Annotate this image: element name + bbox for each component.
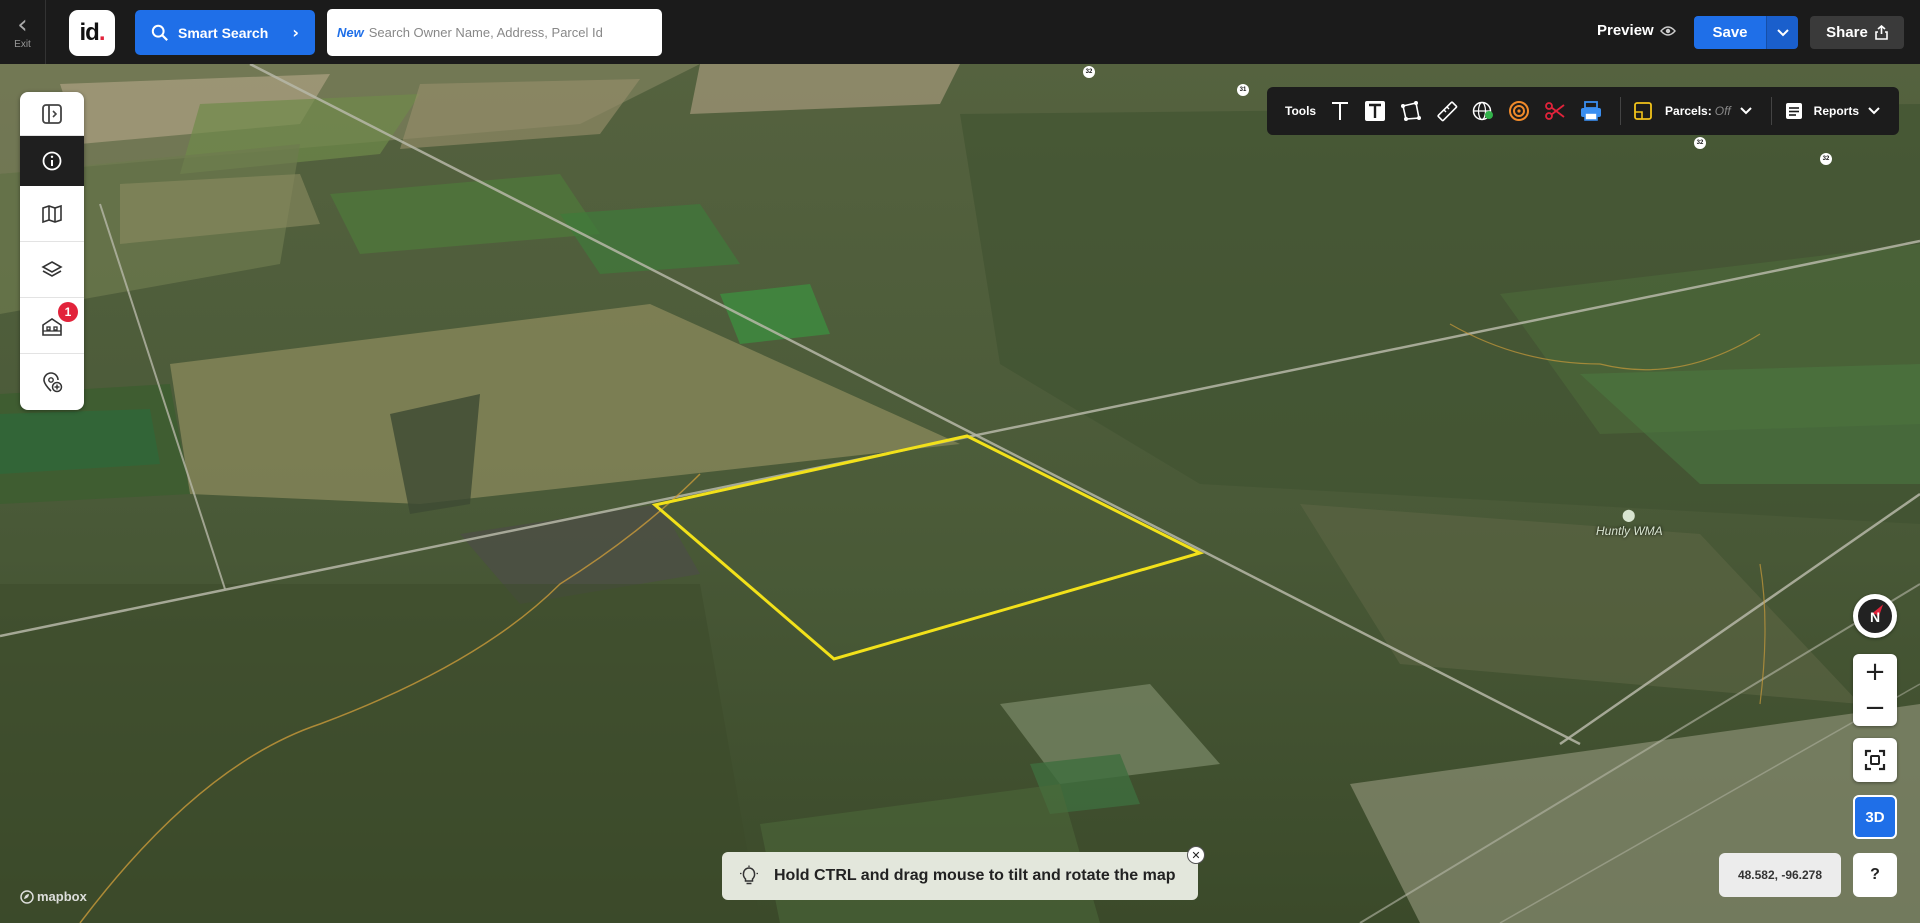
scissors-icon xyxy=(1545,102,1565,120)
exit-button[interactable]: ‹ Exit xyxy=(0,0,46,64)
reports-dropdown[interactable]: Reports xyxy=(1784,101,1881,121)
satellite-terrain xyxy=(0,64,1920,923)
coordinates-readout: 48.582, -96.278 xyxy=(1719,853,1841,897)
polygon-icon xyxy=(1401,101,1422,121)
info-icon xyxy=(42,151,62,171)
parcels-toggle[interactable]: Parcels: Off xyxy=(1633,101,1753,121)
attribution-text: mapbox xyxy=(37,889,87,904)
tools-label: Tools xyxy=(1285,104,1317,118)
logo-text: id xyxy=(79,19,100,46)
zoom-out-button[interactable]: − xyxy=(1853,690,1897,726)
exit-label: Exit xyxy=(14,38,31,50)
chevron-down-icon xyxy=(1868,107,1880,115)
text-box-tool[interactable] xyxy=(1364,100,1386,122)
save-button[interactable]: Save xyxy=(1694,16,1766,49)
text-icon xyxy=(1332,102,1349,120)
share-button[interactable]: Share xyxy=(1810,16,1904,49)
smart-search-button[interactable]: Smart Search › xyxy=(135,10,315,55)
globe-pin-icon xyxy=(1472,101,1494,121)
panel-toggle-button[interactable] xyxy=(20,92,84,136)
eye-icon xyxy=(1659,25,1676,36)
compass-label: N xyxy=(1870,609,1880,625)
road-shield: 31 xyxy=(1237,84,1249,96)
info-button[interactable] xyxy=(20,136,84,186)
map-toolbar: Tools Parcels: Off Reports xyxy=(1267,87,1899,135)
mapbox-attribution[interactable]: mapbox xyxy=(20,889,87,904)
polygon-tool[interactable] xyxy=(1400,100,1422,122)
3d-toggle-button[interactable]: 3D xyxy=(1853,795,1897,839)
preview-label: Preview xyxy=(1597,22,1654,39)
logo[interactable]: id. xyxy=(69,10,115,56)
road-shield: 32 xyxy=(1083,66,1095,78)
reports-label: Reports xyxy=(1813,104,1859,118)
buildings-button[interactable]: 1 xyxy=(20,298,84,354)
report-icon xyxy=(1785,103,1802,119)
lightbulb-icon xyxy=(740,865,758,885)
save-dropdown-button[interactable] xyxy=(1766,16,1798,49)
search-input[interactable] xyxy=(368,25,652,40)
logo-dot: . xyxy=(98,19,106,46)
parcels-state: Off xyxy=(1714,104,1731,118)
help-button[interactable]: ? xyxy=(1853,853,1897,897)
print-tool[interactable] xyxy=(1580,100,1602,122)
zoom-in-button[interactable]: + xyxy=(1853,654,1897,690)
compass-button[interactable]: N xyxy=(1853,594,1897,638)
globe-tool[interactable] xyxy=(1472,100,1494,122)
chevron-left-icon: ‹ xyxy=(17,9,28,40)
notification-badge: 1 xyxy=(58,302,78,322)
hint-text: Hold CTRL and drag mouse to tilt and rot… xyxy=(774,867,1176,884)
chevron-down-icon xyxy=(1740,107,1752,115)
split-tool[interactable] xyxy=(1544,100,1566,122)
radius-icon xyxy=(1509,101,1530,121)
search-box[interactable]: New xyxy=(327,9,662,56)
measure-tool[interactable] xyxy=(1436,100,1458,122)
radius-tool[interactable] xyxy=(1508,100,1530,122)
toolbar-divider xyxy=(1620,97,1622,125)
preview-button[interactable]: Preview xyxy=(1597,22,1676,39)
panel-toggle-icon xyxy=(42,103,62,124)
share-icon xyxy=(1875,25,1888,40)
left-tool-panel: 1 xyxy=(20,92,84,410)
close-icon: ✕ xyxy=(1191,849,1201,862)
focus-frame-icon xyxy=(1864,749,1886,771)
ruler-icon xyxy=(1437,101,1458,122)
mapbox-logo-icon xyxy=(20,889,34,904)
chevron-down-icon xyxy=(1776,28,1789,36)
text-tool[interactable] xyxy=(1330,100,1350,122)
map-icon xyxy=(42,204,62,223)
road-shield: 32 xyxy=(1694,137,1706,149)
layers-icon xyxy=(41,260,63,277)
road-shield: 32 xyxy=(1820,153,1832,165)
fit-bounds-button[interactable] xyxy=(1853,738,1897,782)
parcels-label: Parcels: xyxy=(1665,104,1712,118)
map-canvas[interactable]: 32 31 32 32 Huntly WMA ⬤ xyxy=(0,64,1920,923)
printer-icon xyxy=(1581,101,1602,121)
map-button[interactable] xyxy=(20,186,84,242)
zoom-control: + − xyxy=(1853,654,1897,726)
compass-icon: N xyxy=(1858,599,1892,633)
place-pin-icon: ⬤ xyxy=(1622,508,1636,522)
new-tag: New xyxy=(337,25,364,40)
chevron-right-icon: › xyxy=(292,23,299,42)
save-group: Save xyxy=(1694,16,1798,49)
top-bar: ‹ Exit id. Smart Search › New Preview Sa… xyxy=(0,0,1920,64)
place-label: Huntly WMA xyxy=(1596,524,1663,538)
layers-button[interactable] xyxy=(20,242,84,298)
text-box-icon xyxy=(1365,101,1386,121)
search-icon xyxy=(151,24,168,41)
smart-search-label: Smart Search xyxy=(178,24,269,41)
tilt-hint-banner: Hold CTRL and drag mouse to tilt and rot… xyxy=(722,852,1198,900)
add-location-icon xyxy=(43,372,63,393)
share-label: Share xyxy=(1826,24,1868,41)
add-location-button[interactable] xyxy=(20,354,84,410)
close-hint-button[interactable]: ✕ xyxy=(1187,846,1205,864)
parcel-icon xyxy=(1634,102,1652,120)
toolbar-divider xyxy=(1770,97,1772,125)
